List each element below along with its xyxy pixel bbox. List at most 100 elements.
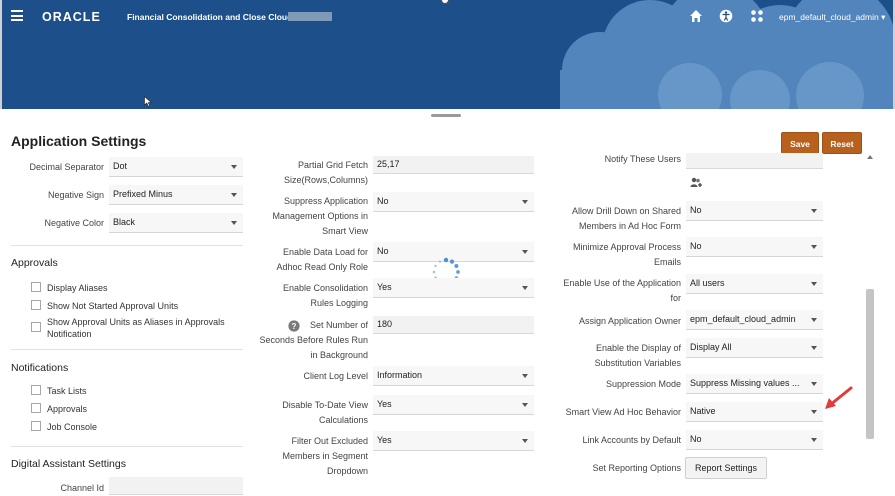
to-date-view-label: Disable To-Date View Calculations [250,398,368,428]
data-load-label-line1: Enable Data Load for [282,247,368,257]
suppress-options-select[interactable]: No [373,192,534,212]
consolidation-logging-select[interactable]: Yes [373,278,534,298]
reset-button[interactable]: Reset [822,132,862,154]
report-settings-button[interactable]: Report Settings [685,457,767,479]
job-console-checkbox[interactable] [31,421,41,431]
show-not-started-label: Show Not Started Approval Units [47,301,179,311]
adhoc-behavior-label: Smart View Ad Hoc Behavior [565,407,681,417]
divider [11,245,243,246]
adhoc-behavior-value: Native [690,406,716,416]
approvals-checkbox[interactable] [31,403,41,413]
approvals-section-title: Approvals [11,257,58,269]
consolidation-logging-label: Enable Consolidation Rules Logging [250,281,368,311]
application-owner-label: Assign Application Owner [578,316,681,326]
add-users-icon[interactable] [690,177,703,188]
task-lists-checkbox[interactable] [31,385,41,395]
divider [11,446,243,447]
seconds-before-rules-label-line3: in Background [310,350,368,360]
substitution-variables-label-line1: Enable the Display of [595,343,681,353]
annotation-arrow-icon [825,386,853,409]
save-button[interactable]: Save [781,132,819,154]
scroll-up-icon[interactable] [866,154,874,160]
grid-fetch-label-line2: Size(Rows,Columns) [283,175,368,185]
show-units-as-aliases-checkbox[interactable] [31,322,41,332]
to-date-view-select[interactable]: Yes [373,395,534,415]
minimize-emails-label-line1: Minimize Approval Process [572,242,681,252]
filter-excluded-label: Filter Out Excluded Members in Segment D… [250,434,368,479]
suppress-options-label: Suppress Application Management Options … [250,194,368,239]
decimal-separator-value: Dot [113,161,128,171]
decimal-separator-label: Decimal Separator [29,162,104,172]
enable-use-value: All users [690,278,725,288]
grid-fetch-label: Partial Grid Fetch Size(Rows,Columns) [250,158,368,188]
accessibility-icon[interactable] [719,9,733,23]
scrollbar-thumb[interactable] [866,289,874,439]
filter-excluded-select[interactable]: Yes [373,431,534,451]
menu-icon[interactable] [11,10,23,21]
display-aliases-label: Display Aliases [47,283,108,293]
mouse-cursor-icon [144,96,152,107]
drill-down-label-line1: Allow Drill Down on Shared [571,206,681,216]
navigator-icon[interactable] [750,9,764,23]
seconds-before-rules-label: Set Number of Seconds Before Rules Run i… [250,318,368,363]
drill-down-value: No [690,205,702,215]
drill-down-label-line2: Members in Ad Hoc Form [578,221,681,231]
client-log-level-label: Client Log Level [303,371,368,381]
top-navigation-bar: ORACLE Financial Consolidation and Close… [0,0,895,34]
suppress-options-label-line3: Smart View [322,226,368,236]
page-title: Application Settings [11,133,147,149]
digital-assistant-section-title: Digital Assistant Settings [11,458,126,470]
display-aliases-checkbox[interactable] [31,282,41,292]
suppression-mode-select[interactable]: Suppress Missing values ... [686,374,823,394]
enable-use-label: Enable Use of the Application for [540,276,681,306]
negative-sign-select[interactable]: Prefixed Minus [109,185,243,205]
link-accounts-label: Link Accounts by Default [582,435,681,445]
task-lists-label: Task Lists [47,386,87,396]
drill-down-select[interactable]: No [686,201,823,221]
channel-id-input[interactable] [109,477,243,495]
user-menu[interactable]: epm_default_cloud_admin ▾ [779,12,885,23]
minimize-emails-value: No [690,241,702,251]
divider [11,349,243,350]
minimize-emails-select[interactable]: No [686,237,823,257]
link-accounts-select[interactable]: No [686,430,823,450]
filter-excluded-label-line1: Filter Out Excluded [291,436,368,446]
suppress-options-value: No [377,196,389,206]
suppress-options-label-line2: Management Options in [272,211,368,221]
seconds-before-rules-input[interactable]: 180 [373,316,534,334]
application-owner-select[interactable]: epm_default_cloud_admin [686,310,823,330]
suppression-mode-value: Suppress Missing values ... [690,378,800,388]
client-log-level-select[interactable]: Information [373,366,534,386]
consolidation-logging-label-line2: Rules Logging [310,298,368,308]
substitution-variables-value: Display All [690,342,732,352]
seconds-before-rules-label-line1: Set Number of [309,320,368,330]
data-load-label-line2: Adhoc Read Only Role [276,262,368,272]
approvals-notification-label: Approvals [47,404,88,414]
consolidation-logging-label-line1: Enable Consolidation [282,283,368,293]
link-accounts-value: No [690,434,702,444]
app-header: ORACLE Financial Consolidation and Close… [0,0,895,109]
decimal-separator-select[interactable]: Dot [109,157,243,177]
panel-drag-handle[interactable] [431,114,461,117]
filter-excluded-label-line3: Dropdown [326,466,368,476]
negative-sign-label: Negative Sign [47,190,104,200]
show-units-as-aliases-label: Show Approval Units as Aliases in Approv… [47,317,225,327]
seconds-before-rules-label-line2: Seconds Before Rules Run [259,335,368,345]
filter-excluded-label-line2: Members in Segment [282,451,368,461]
negative-color-label: Negative Color [44,218,104,228]
substitution-variables-select[interactable]: Display All [686,338,823,358]
settings-panel: Application Settings Save Reset Decimal … [0,109,895,496]
grid-fetch-input[interactable]: 25,17 [373,156,534,174]
adhoc-behavior-select[interactable]: Native [686,402,823,422]
notifications-section-title: Notifications [11,362,69,374]
enable-use-select[interactable]: All users [686,274,823,294]
suppression-mode-label: Suppression Mode [605,379,681,389]
consolidation-logging-value: Yes [377,282,392,292]
oracle-logo: ORACLE [42,10,101,24]
home-icon[interactable] [689,9,703,23]
suppress-options-label-line1: Suppress Application [283,196,368,206]
negative-color-select[interactable]: Black [109,213,243,233]
show-not-started-checkbox[interactable] [31,300,41,310]
application-name: Financial Consolidation and Close Cloud: [127,12,296,22]
notify-users-input[interactable] [686,153,823,169]
